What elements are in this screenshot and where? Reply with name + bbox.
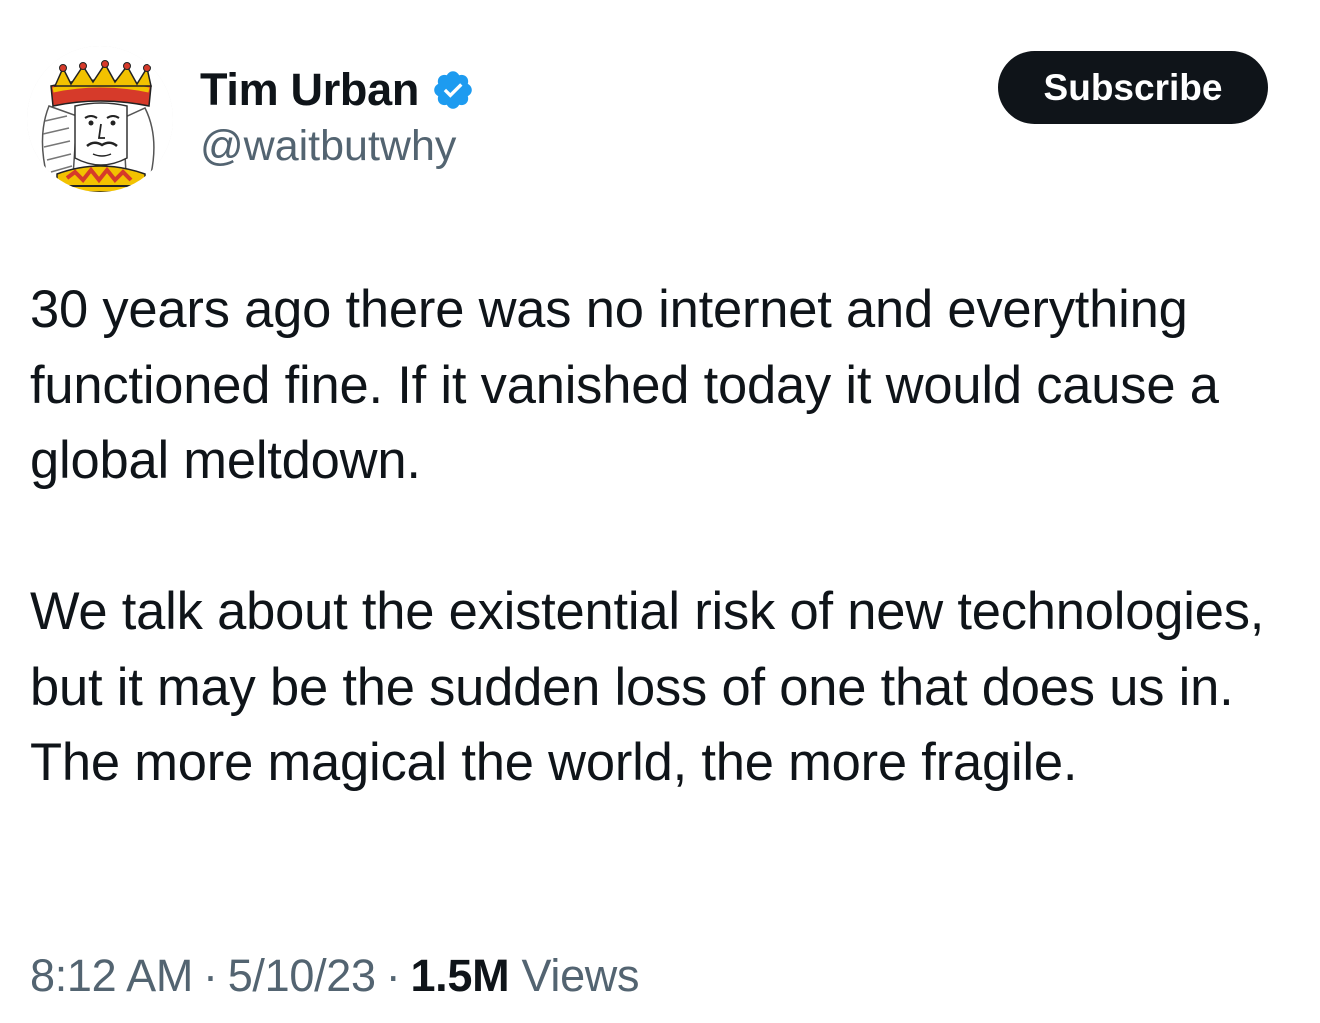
tweet-text: 30 years ago there was no internet and e… [30,272,1300,801]
meta-separator: · [203,950,218,1001]
meta-separator: · [385,950,401,1001]
views-link[interactable]: 1.5M Views [410,950,639,1001]
tweet-meta: 8:12 AM · 5/10/23 · 1.5M Views [30,950,640,1002]
tweet-card: Tim Urban @waitbutwhy Subscribe 30 years… [0,0,1320,1023]
verified-badge-icon [431,68,475,112]
avatar[interactable] [27,46,173,192]
author-handle[interactable]: @waitbutwhy [200,122,456,171]
author-display-name[interactable]: Tim Urban [200,64,419,116]
subscribe-button[interactable]: Subscribe [998,51,1268,124]
tweet-time: 8:12 AM [30,950,194,1001]
tweet-paragraph: 30 years ago there was no internet and e… [30,280,1219,490]
views-count: 1.5M [410,950,510,1001]
views-label: Views [521,950,640,1001]
tweet-paragraph: We talk about the existential risk of ne… [30,582,1265,792]
author-name-row: Tim Urban [200,60,475,120]
tweet-time-link[interactable]: 8:12 AM · 5/10/23 [30,950,376,1001]
king-card-avatar-icon [27,46,173,192]
tweet-date: 5/10/23 [227,950,376,1001]
